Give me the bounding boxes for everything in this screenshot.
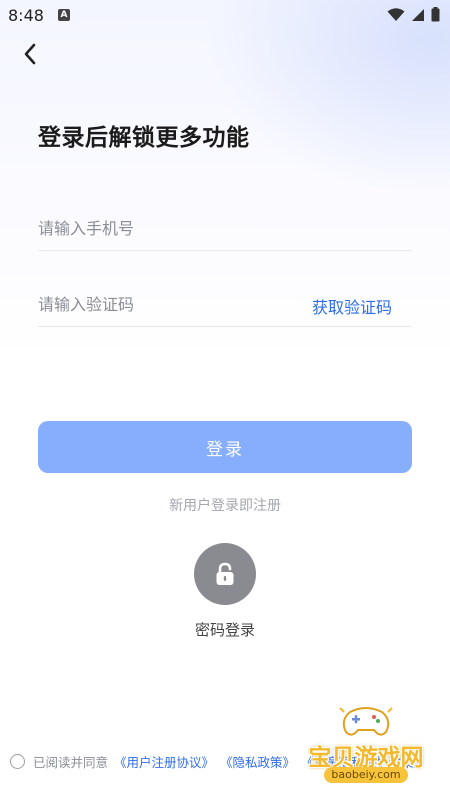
agreement-row: 已阅读并同意 《用户注册协议》 《隐私政策》 《儿童隐私保护政策》 [10, 750, 450, 772]
chevron-left-icon [24, 43, 36, 65]
phone-field [38, 204, 412, 251]
privacy-policy-link[interactable]: 《隐私政策》 [220, 752, 295, 771]
lock-icon [216, 562, 234, 585]
status-bar: 8:48 A [0, 0, 450, 32]
agreement-checkbox[interactable] [10, 753, 25, 769]
status-time: 8:48 [8, 6, 44, 25]
phone-input[interactable] [38, 214, 298, 242]
user-agreement-link[interactable]: 《用户注册协议》 [114, 752, 214, 771]
notification-a-icon: A [58, 9, 70, 21]
signal-icon [412, 8, 424, 21]
password-login-label: 密码登录 [194, 621, 255, 639]
back-button[interactable] [14, 38, 46, 70]
page-title: 登录后解锁更多功能 [38, 125, 250, 151]
login-button[interactable]: 登录 [38, 421, 412, 473]
register-hint: 新用户登录即注册 [169, 498, 281, 514]
status-icons [387, 7, 440, 22]
battery-icon [431, 7, 440, 22]
get-code-button[interactable]: 获取验证码 [312, 294, 392, 318]
wifi-icon [387, 7, 405, 21]
gamepad-icon [339, 707, 393, 736]
child-privacy-policy-link[interactable]: 《儿童隐私保护政策》 [301, 752, 426, 771]
agreement-text: 已阅读并同意 [33, 754, 109, 770]
password-login-button[interactable] [194, 543, 256, 605]
verification-code-input[interactable] [38, 290, 298, 318]
code-field: 获取验证码 [38, 280, 412, 327]
